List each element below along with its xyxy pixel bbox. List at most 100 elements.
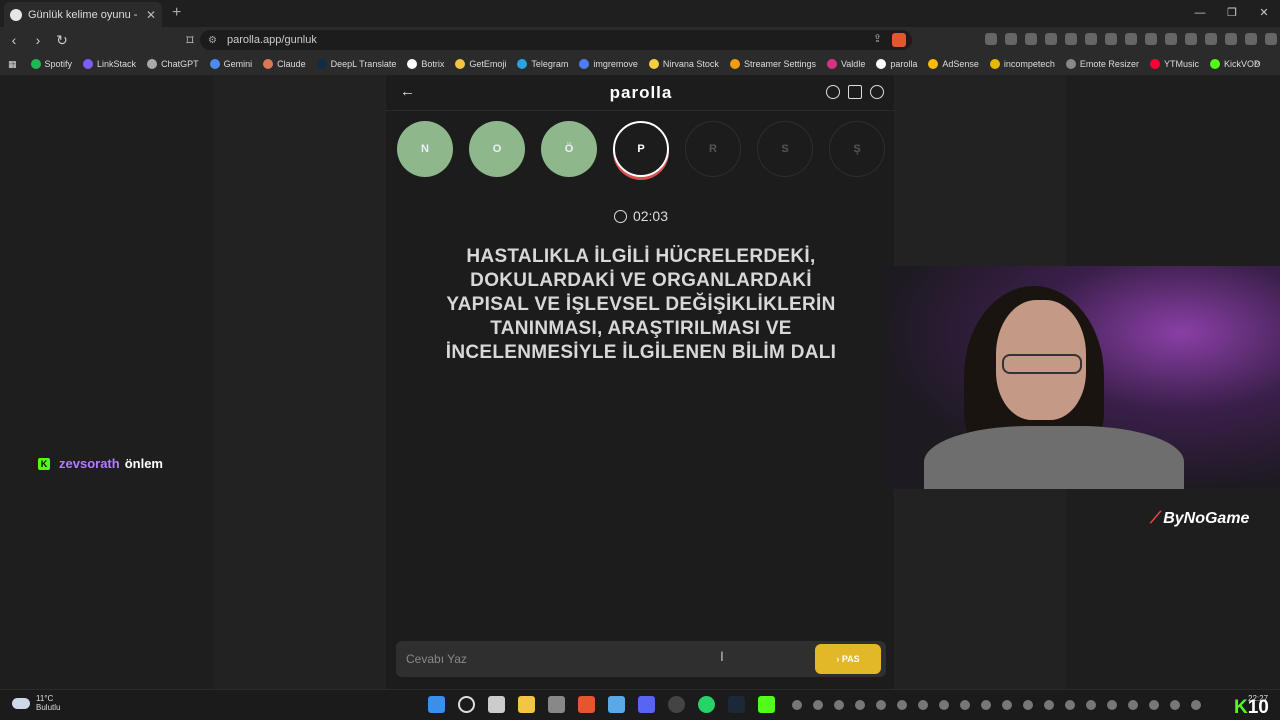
tray-icon[interactable] xyxy=(1128,700,1138,710)
extension-icon[interactable] xyxy=(1025,33,1037,45)
bookmark-item[interactable]: LinkStack xyxy=(83,59,136,69)
tray-icon[interactable] xyxy=(939,700,949,710)
brave-shields-icon[interactable] xyxy=(892,33,906,47)
extension-icon[interactable] xyxy=(1265,33,1277,45)
bookmark-item[interactable]: Valdle xyxy=(826,59,865,69)
extension-icon[interactable] xyxy=(1105,33,1117,45)
reload-icon[interactable]: ↻ xyxy=(52,32,72,49)
tray-icon[interactable] xyxy=(918,700,928,710)
text-cursor-icon: I xyxy=(720,648,724,664)
minimize-icon[interactable]: — xyxy=(1184,0,1216,27)
bookmark-item[interactable]: Telegram xyxy=(517,59,568,69)
letter-circle: P xyxy=(613,121,669,177)
tray-icon[interactable] xyxy=(1065,700,1075,710)
extension-icon[interactable] xyxy=(1125,33,1137,45)
tray-icon[interactable] xyxy=(1149,700,1159,710)
whatsapp-icon[interactable] xyxy=(698,696,715,713)
tray-icon[interactable] xyxy=(834,700,844,710)
bookmark-item[interactable]: ChatGPT xyxy=(147,59,199,69)
bookmark-item[interactable]: parolla xyxy=(876,59,917,69)
windows-start-icon[interactable] xyxy=(428,696,445,713)
maximize-icon[interactable]: ❐ xyxy=(1216,0,1248,27)
tray-icon[interactable] xyxy=(960,700,970,710)
steam-icon[interactable] xyxy=(728,696,745,713)
search-icon[interactable] xyxy=(458,696,475,713)
bookmarks-bar: ▦ Spotify LinkStack ChatGPT Gemini Claude Dee… xyxy=(0,53,1280,75)
extension-icon[interactable] xyxy=(1185,33,1197,45)
share-icon[interactable]: ⇪ xyxy=(873,32,882,45)
bookmark-item[interactable]: Botrix xyxy=(407,59,444,69)
bookmark-label: Botrix xyxy=(421,59,445,69)
extension-icon[interactable] xyxy=(1065,33,1077,45)
tray-icon[interactable] xyxy=(1044,700,1054,710)
tray-icon[interactable] xyxy=(1023,700,1033,710)
new-tab-icon[interactable]: + xyxy=(172,4,181,22)
bookmark-item[interactable]: Nirvana Stock xyxy=(648,59,719,69)
kick-app-icon[interactable] xyxy=(758,696,775,713)
apps-grid-icon[interactable]: ▦ xyxy=(8,59,17,70)
tray-icon[interactable] xyxy=(813,700,823,710)
extension-icon[interactable] xyxy=(1165,33,1177,45)
browser-tab[interactable]: Günlük kelime oyunu - parolla ✕ xyxy=(4,2,162,27)
forward-icon[interactable]: › xyxy=(28,32,48,48)
tray-icon[interactable] xyxy=(1002,700,1012,710)
extension-icon[interactable] xyxy=(985,33,997,45)
tray-icon[interactable] xyxy=(1170,700,1180,710)
bookmark-item[interactable]: YTMusic xyxy=(1149,59,1199,69)
bookmark-label: Nirvana Stock xyxy=(662,59,719,69)
bookmark-item[interactable]: Claude xyxy=(263,59,306,69)
tray-icon[interactable] xyxy=(876,700,886,710)
chat-text: önlem xyxy=(124,456,163,471)
close-window-icon[interactable]: ✕ xyxy=(1248,0,1280,27)
stats-icon[interactable] xyxy=(848,85,862,99)
weather-widget[interactable]: 11°C Bulutlu xyxy=(12,694,60,712)
tray-icon[interactable] xyxy=(981,700,991,710)
extension-icon[interactable] xyxy=(1005,33,1017,45)
close-tab-icon[interactable]: ✕ xyxy=(146,8,156,22)
extension-icon[interactable] xyxy=(1245,33,1257,45)
more-bookmarks-icon[interactable]: » xyxy=(1254,57,1260,69)
answer-input[interactable] xyxy=(406,650,786,668)
bookmark-item[interactable]: imgremove xyxy=(579,59,638,69)
extension-icon[interactable] xyxy=(1225,33,1237,45)
bookmark-item[interactable]: Gemini xyxy=(209,59,252,69)
tray-icon[interactable] xyxy=(1107,700,1117,710)
obs-icon[interactable] xyxy=(668,696,685,713)
extension-icon[interactable] xyxy=(1205,33,1217,45)
brave-browser-icon[interactable] xyxy=(578,696,595,713)
tray-icon[interactable] xyxy=(1191,700,1201,710)
chat-message: K zevsorath önlem xyxy=(38,456,163,471)
store-icon[interactable] xyxy=(548,696,565,713)
file-explorer-icon[interactable] xyxy=(518,696,535,713)
bookmark-label: Telegram xyxy=(531,59,569,69)
task-view-icon[interactable] xyxy=(488,696,505,713)
pass-button[interactable]: › PAS xyxy=(815,644,881,674)
profile-icon[interactable] xyxy=(870,85,884,99)
discord-icon[interactable] xyxy=(638,696,655,713)
extension-icon[interactable] xyxy=(1045,33,1057,45)
timer-value: 02:03 xyxy=(632,208,669,224)
info-icon[interactable] xyxy=(826,85,840,99)
site-settings-icon[interactable]: ⚙ xyxy=(208,35,217,46)
extension-icon[interactable] xyxy=(1085,33,1097,45)
tray-icon[interactable] xyxy=(897,700,907,710)
bookmark-item[interactable]: Streamer Settings xyxy=(729,59,816,69)
tray-icon[interactable] xyxy=(1086,700,1096,710)
app-icon[interactable] xyxy=(608,696,625,713)
bookmark-favicon-icon xyxy=(209,59,220,69)
bookmark-item[interactable]: GetEmoji xyxy=(455,59,506,69)
address-bar[interactable]: ⚙ parolla.app/gunluk ⇪ xyxy=(200,30,912,50)
bookmark-item[interactable]: DeepL Translate xyxy=(316,59,396,69)
back-icon[interactable]: ‹ xyxy=(4,32,24,48)
extension-icon[interactable] xyxy=(1145,33,1157,45)
bookmark-label: parolla xyxy=(890,59,918,69)
bookmark-item[interactable]: AdSense xyxy=(928,59,979,69)
bookmark-item[interactable]: incompetech xyxy=(989,59,1055,69)
tray-icon[interactable] xyxy=(792,700,802,710)
bookmark-item[interactable]: Emote Resizer xyxy=(1065,59,1139,69)
parolla-app: ← parolla NOÖPRSŞ 02:03 HASTALIKLA İLGİL… xyxy=(385,75,896,689)
tray-icon[interactable] xyxy=(855,700,865,710)
bookmark-item[interactable]: Spotify xyxy=(30,59,72,69)
tab-bar: Günlük kelime oyunu - parolla ✕ + — ❐ ✕ xyxy=(0,0,1280,27)
bookmark-icon[interactable]: ⌑ xyxy=(180,32,200,49)
